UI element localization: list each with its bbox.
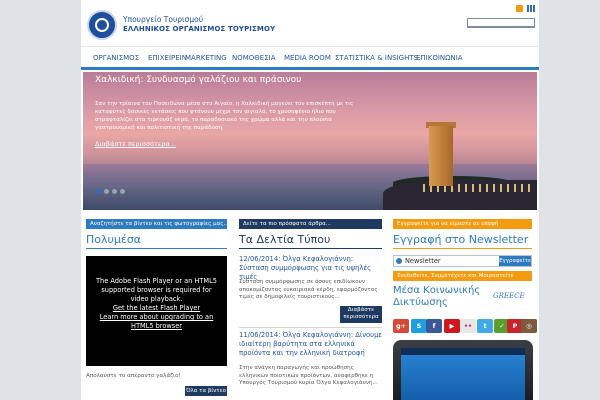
mobile-app-promo[interactable] [393, 340, 533, 400]
nav-item-marketing[interactable]: MARKETING [185, 54, 227, 62]
tower-image [429, 126, 453, 186]
nav-item-nomothesia[interactable]: ΝΟΜΟΘΕΣΙΑ [232, 54, 276, 62]
subscribe-button[interactable]: Εγγραφείτε [499, 256, 531, 266]
social-bar[interactable]: Συνδεθείτε, Συμμετέχετε και Μοιραστείτε [393, 271, 532, 281]
media-title: Πολυμέσα [86, 233, 142, 246]
newsletter-bar[interactable]: Εγγραφείτε για να είμαστε σε επαφή [393, 219, 532, 229]
flash-message: The Adobe Flash Player or an HTML5 suppo… [95, 277, 217, 303]
slider-dot[interactable] [104, 189, 109, 194]
press-title: Τα Δελτία Τύπου [239, 233, 331, 246]
newsletter-icon [396, 258, 402, 264]
slider-dot[interactable] [96, 189, 101, 194]
nav-item-media-room[interactable]: MEDIA ROOM [284, 54, 331, 62]
all-videos-button[interactable]: Όλα τα βίντεο [185, 386, 227, 396]
press-summary: Στην ανάγκη παραγωγής και προώθησης ελλη… [239, 365, 378, 386]
social-title: Μέσα Κοινωνικής Δικτύωσης [393, 285, 481, 308]
rss-icon[interactable] [516, 5, 523, 12]
newsletter-title: Εγγραφή στο Newsletter [393, 233, 529, 246]
facebook-icon[interactable]: f [426, 319, 442, 333]
twitter-icon[interactable]: t [477, 319, 493, 333]
get-flash-link[interactable]: Get the latest Flash Player [113, 304, 200, 312]
press-headline[interactable]: 12/06/2014: Όλγα Κεφαλογιάννη: Σύσταση σ… [239, 255, 384, 282]
slider-dot[interactable] [112, 189, 117, 194]
main-navigation: ΟΡΓΑΝΙΣΜΟΣ ΕΠΙΧΕΙΡΕΙΝ MARKETING ΝΟΜΟΘΕΣΙ… [81, 46, 539, 70]
press-bar[interactable]: Δείτε τα πιο πρόσφατα άρθρα... [239, 219, 382, 229]
google-plus-icon[interactable]: g+ [393, 319, 409, 333]
page: Υπουργείο Τουρισμού ΕΛΛΗΝΙΚΟΣ ΟΡΓΑΝΙΣΜΟΣ… [81, 0, 539, 400]
hero-description: Σαν την τρίαινα του Ποσειδώνα μέσα στο Α… [95, 101, 354, 131]
search-input[interactable] [467, 18, 535, 28]
hero-slider[interactable]: Χαλκιδική: Συνδυασμό γαλάζιου και πράσιν… [83, 72, 537, 210]
hero-title: Χαλκιδική: Συνδυασμό γαλάζιου και πράσιν… [95, 75, 302, 85]
slider-dot[interactable] [120, 189, 125, 194]
ministry-name[interactable]: Υπουργείο Τουρισμού [123, 15, 203, 24]
video-player[interactable]: The Adobe Flash Player or an HTML5 suppo… [86, 256, 227, 366]
video-caption: Απολαύστε το απέραντο γαλάζιο! [86, 373, 181, 379]
organization-name[interactable]: ΕΛΛΗΝΙΚΟΣ ΟΡΓΑΝΙΣΜΟΣ ΤΟΥΡΙΣΜΟΥ [123, 25, 275, 33]
upgrade-html5-link[interactable]: Learn more about upgrading to an HTML5 b… [100, 313, 214, 330]
skype-icon[interactable]: S [411, 319, 427, 333]
greece-logo[interactable]: GREECE [493, 292, 525, 300]
nav-item-statistics[interactable]: ΣΤΑΤΙΣΤΙΚΑ & INSIGHTS [335, 54, 418, 62]
sitemap-icon[interactable] [527, 5, 535, 12]
hero-read-more-link[interactable]: Διαβάστε περισσότερα... [95, 140, 176, 148]
nav-item-epixeirein[interactable]: ΕΠΙΧΕΙΡΕΙΝ [148, 54, 187, 62]
press-read-more-button[interactable]: Διαβάστε περισσότερα [340, 306, 382, 323]
greek-emblem-icon[interactable] [87, 10, 117, 40]
newsletter-label: Newsletter [405, 257, 441, 265]
nav-item-organismos[interactable]: ΟΡΓΑΝΙΣΜΟΣ [93, 54, 139, 62]
flickr-icon[interactable]: •• [460, 319, 476, 333]
site-header: Υπουργείο Τουρισμού ΕΛΛΗΝΙΚΟΣ ΟΡΓΑΝΙΣΜΟΣ… [81, 0, 539, 46]
media-bar[interactable]: Αναζητήστε τα βίντεο και τις φωτογραφίες… [86, 219, 227, 229]
instagram-icon[interactable]: ◎ [521, 319, 537, 333]
youtube-icon[interactable]: ▶ [444, 319, 460, 333]
press-summary: Σύσταση συμμόρφωσης σε όσους επιδίωκουν … [239, 279, 378, 300]
press-headline[interactable]: 11/06/2014: Όλγα Κεφαλογιάννη: Δίνουμε ι… [239, 331, 384, 358]
nav-item-contact[interactable]: ΕΠΙΚΟΙΝΩΝΙΑ [416, 54, 463, 62]
